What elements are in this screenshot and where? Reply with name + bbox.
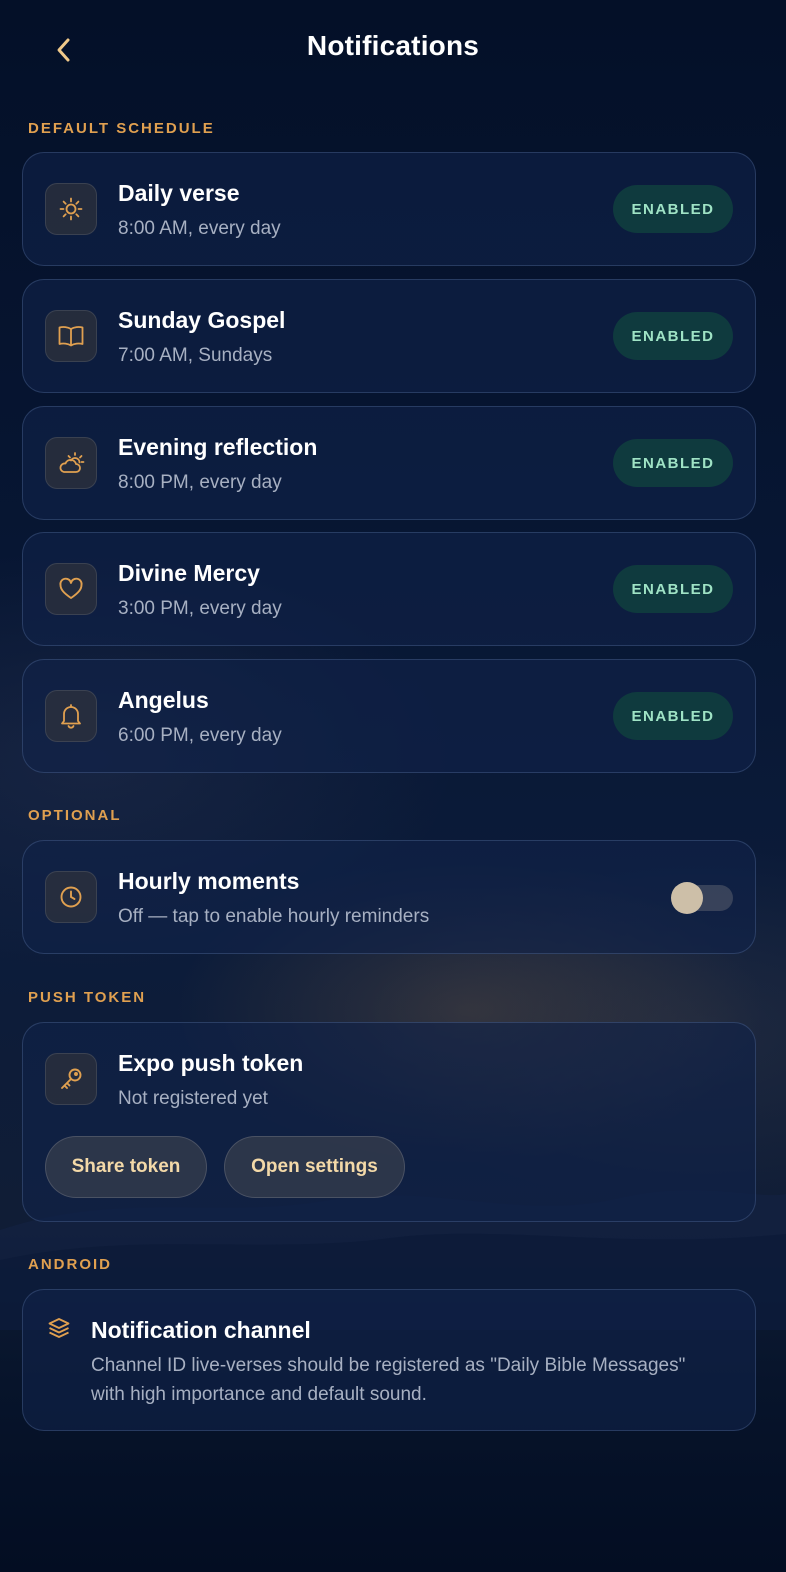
status-badge: ENABLED bbox=[613, 312, 733, 360]
card-subtitle: 8:00 PM, every day bbox=[118, 472, 282, 493]
hourly-moments-toggle[interactable] bbox=[671, 882, 733, 914]
schedule-card-sunday-gospel[interactable]: Sunday Gospel 7:00 AM, Sundays ENABLED bbox=[22, 279, 756, 393]
card-title: Daily verse bbox=[118, 180, 240, 206]
open-settings-button[interactable]: Open settings bbox=[224, 1136, 405, 1198]
card-title: Expo push token bbox=[118, 1050, 304, 1076]
section-label-default-schedule: DEFAULT SCHEDULE bbox=[28, 120, 215, 137]
status-badge: ENABLED bbox=[613, 692, 733, 740]
card-subtitle: 7:00 AM, Sundays bbox=[118, 345, 273, 366]
heart-icon bbox=[45, 563, 97, 615]
card-title: Hourly moments bbox=[118, 868, 300, 894]
card-title: Sunday Gospel bbox=[118, 307, 286, 333]
sun-icon bbox=[45, 183, 97, 235]
book-icon bbox=[45, 310, 97, 362]
status-badge: ENABLED bbox=[613, 185, 733, 233]
card-subtitle: 8:00 AM, every day bbox=[118, 218, 281, 239]
section-label-android: ANDROID bbox=[28, 1256, 112, 1273]
cloud-sun-icon bbox=[45, 437, 97, 489]
card-title: Angelus bbox=[118, 687, 209, 713]
card-subtitle: 3:00 PM, every day bbox=[118, 598, 282, 619]
layers-icon bbox=[47, 1316, 71, 1340]
key-icon bbox=[45, 1053, 97, 1105]
bell-icon bbox=[45, 690, 97, 742]
card-subtitle: Not registered yet bbox=[118, 1088, 268, 1109]
status-badge: ENABLED bbox=[613, 565, 733, 613]
status-badge: ENABLED bbox=[613, 439, 733, 487]
toggle-knob bbox=[671, 882, 703, 914]
card-title: Notification channel bbox=[91, 1317, 311, 1343]
section-label-push-token: PUSH TOKEN bbox=[28, 989, 147, 1006]
card-subtitle: Off — tap to enable hourly reminders bbox=[118, 906, 430, 927]
channel-description: Channel ID live-verses should be registe… bbox=[91, 1355, 686, 1405]
push-token-card: Expo push token Not registered yet Share… bbox=[22, 1022, 756, 1222]
schedule-card-angelus[interactable]: Angelus 6:00 PM, every day ENABLED bbox=[22, 659, 756, 773]
schedule-card-daily-verse[interactable]: Daily verse 8:00 AM, every day ENABLED bbox=[22, 152, 756, 266]
schedule-card-divine-mercy[interactable]: Divine Mercy 3:00 PM, every day ENABLED bbox=[22, 532, 756, 646]
section-label-optional: OPTIONAL bbox=[28, 807, 122, 824]
card-subtitle: 6:00 PM, every day bbox=[118, 725, 282, 746]
android-channel-card: Notification channel Channel ID live-ver… bbox=[22, 1289, 756, 1431]
card-title: Evening reflection bbox=[118, 434, 318, 460]
page-title: Notifications bbox=[306, 30, 480, 61]
optional-card-hourly-moments[interactable]: Hourly moments Off — tap to enable hourl… bbox=[22, 840, 756, 954]
schedule-card-evening-reflection[interactable]: Evening reflection 8:00 PM, every day EN… bbox=[22, 406, 756, 520]
share-token-button[interactable]: Share token bbox=[45, 1136, 207, 1198]
card-title: Divine Mercy bbox=[118, 560, 260, 586]
top-bar: Notifications bbox=[0, 0, 786, 100]
clock-icon bbox=[45, 871, 97, 923]
